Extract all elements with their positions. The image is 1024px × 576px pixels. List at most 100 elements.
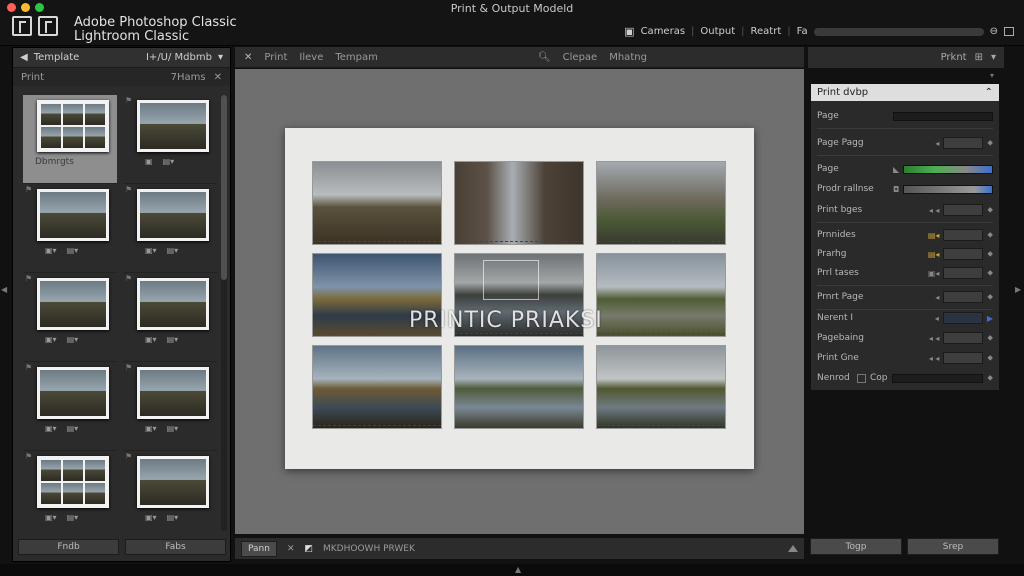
left-footer-button-1[interactable]: Fndb (18, 539, 119, 555)
template-item[interactable]: ⚑ ▣▾ ▤▾ (123, 362, 217, 451)
print-icon[interactable]: ◩ (305, 544, 314, 554)
photo-cell[interactable] (312, 161, 442, 245)
link-icon[interactable]: ⊖ (990, 26, 998, 37)
template-item[interactable]: ⚑ ▣▾ ▤▾ (123, 184, 217, 273)
print-folder-count: 7Hams (170, 71, 206, 83)
pagebaing-field[interactable] (943, 332, 984, 344)
template-item[interactable]: ⚑ ▣▾ ▤▾ (23, 184, 117, 273)
edit-icon[interactable]: ▣▾ (145, 246, 157, 255)
color-picker-icon[interactable]: ◣ (893, 165, 899, 174)
nenrod-slider[interactable] (891, 373, 984, 383)
template-item[interactable]: Dbmrgts (23, 95, 117, 184)
template-item[interactable]: ⚑ ▣▾ ▤▾ (23, 451, 117, 540)
toolbar-print[interactable]: Print (264, 52, 287, 63)
toolbar-ileve[interactable]: Ileve (299, 52, 323, 63)
menu-icon[interactable]: ▤▾ (167, 246, 179, 255)
menu-icon[interactable]: ▤▾ (67, 513, 79, 522)
prarhg-field[interactable] (943, 248, 984, 260)
resize-triangle-icon[interactable] (788, 545, 798, 552)
photo-cell[interactable] (454, 345, 584, 429)
edit-icon[interactable]: ▣▾ (145, 424, 157, 433)
chevron-down-icon[interactable]: ▾ (218, 52, 223, 63)
template-thumbnail (137, 189, 209, 241)
prnrt-page-field[interactable] (943, 291, 984, 303)
left-edge-arrow-icon[interactable]: ◀ (1, 285, 7, 294)
menu-icon[interactable]: ▤▾ (67, 246, 79, 255)
center-footer: Pann ✕ ◩ MKDHOOWH PRWEK (235, 538, 804, 559)
module-fa[interactable]: Fa (797, 26, 808, 37)
close-icon[interactable]: ✕ (214, 72, 222, 83)
menu-icon[interactable]: ▤▾ (167, 513, 179, 522)
photo-cell[interactable] (596, 161, 726, 245)
template-header-right: I+/U/ Mdbmb (145, 52, 212, 63)
print-gne-field[interactable] (943, 352, 984, 364)
color-swatch-icon[interactable]: ▤◂ (928, 231, 940, 240)
template-item[interactable]: ⚑ ▣▾ ▤▾ (123, 273, 217, 362)
edit-icon[interactable]: ▣▾ (45, 424, 57, 433)
arrow-left-icon[interactable]: ◂ (935, 139, 939, 148)
setting-row-prnnides: Prnnides ▤◂ ⬥ (817, 229, 993, 241)
setting-row-nerent: Nerent I ◂ ▶ (817, 312, 993, 324)
prodr-slider[interactable] (903, 184, 993, 194)
template-item[interactable]: ⚑ ▣▾ ▤▾ (23, 273, 117, 362)
menu-icon[interactable]: ▤▾ (167, 335, 179, 344)
photo-cell[interactable] (596, 253, 726, 337)
setting-row-page: Page (817, 108, 993, 124)
photo-cell[interactable] (596, 345, 726, 429)
prrl-tases-field[interactable] (943, 267, 984, 279)
close-icon[interactable]: ✕ (287, 544, 295, 554)
toolbar-clepae[interactable]: Clepae (563, 52, 598, 63)
right-top-label: Prknt (940, 52, 967, 63)
scrollbar-thumb[interactable] (221, 95, 227, 280)
toolbar-tempam[interactable]: Tempam (335, 52, 378, 63)
nerent-field[interactable] (942, 312, 983, 324)
module-cameras[interactable]: Cameras (641, 26, 685, 37)
stepper-icon[interactable]: ⬥ (987, 138, 993, 148)
grid-icon[interactable]: ⊞ (975, 52, 983, 63)
print-settings-panel: Print dvbp ⌃ Page Page Pagg ◂ ⬥ Page ◣ P… (810, 83, 1000, 391)
template-item[interactable]: ⚑ ▣▾ ▤▾ (23, 362, 117, 451)
prnnides-field[interactable] (943, 229, 984, 241)
edit-icon[interactable]: ▣▾ (145, 513, 157, 522)
chevron-down-icon[interactable]: ▾ (991, 52, 996, 63)
module-reatrt[interactable]: Reatrt (751, 26, 782, 37)
lr-logo-icon-2 (38, 16, 58, 36)
template-panel-header[interactable]: ◀ Template I+/U/ Mdbmb ▾ (13, 48, 230, 68)
chevron-up-icon[interactable]: ⌃ (985, 87, 993, 98)
print-folder-header[interactable]: Print 7Hams ✕ (13, 68, 230, 86)
close-icon[interactable]: ✕ (244, 52, 252, 63)
toolbar-mhatng[interactable]: Mhatng (609, 52, 647, 63)
template-scrollbar[interactable] (221, 95, 227, 531)
edit-icon[interactable]: ▣▾ (145, 335, 157, 344)
edit-icon[interactable]: ▣ (145, 157, 153, 166)
panel-toggle-icon[interactable] (1004, 27, 1014, 36)
filmstrip-toggle-icon[interactable]: ▲ (515, 565, 521, 574)
print-settings-header[interactable]: Print dvbp ⌃ (811, 84, 999, 101)
menu-icon[interactable]: ▤▾ (167, 424, 179, 433)
swatch-icon[interactable]: ◘ (893, 185, 899, 194)
edit-icon[interactable]: ▣▾ (45, 513, 57, 522)
search-icon[interactable]: 🔍︎ (538, 52, 551, 63)
right-edge-arrow-icon[interactable]: ▶ (1015, 285, 1021, 294)
menu-icon[interactable]: ▤▾ (67, 424, 79, 433)
photo-cell[interactable] (312, 345, 442, 429)
page-button[interactable]: Pann (241, 540, 277, 557)
page-pagg-field[interactable] (943, 137, 984, 149)
menu-icon[interactable]: ▤▾ (67, 335, 79, 344)
print-folder-label: Print (21, 71, 45, 83)
menu-icon[interactable]: ▤▾ (163, 157, 175, 166)
right-footer-button-2[interactable]: Srep (907, 538, 999, 555)
edit-icon[interactable]: ▣▾ (45, 335, 57, 344)
checkbox[interactable] (857, 373, 866, 383)
template-item[interactable]: ⚑ ▣ ▤▾ (123, 95, 217, 184)
left-footer-button-2[interactable]: Fabs (125, 539, 226, 555)
photo-cell[interactable] (454, 161, 584, 245)
color-slider[interactable] (903, 164, 993, 174)
panel-collapse-icon[interactable]: ▾ (990, 71, 994, 80)
edit-icon[interactable]: ▣▾ (45, 246, 57, 255)
module-output[interactable]: Output (700, 26, 735, 37)
page-slider[interactable] (893, 111, 993, 121)
right-footer-button-1[interactable]: Togp (810, 538, 902, 555)
template-item[interactable]: ⚑ ▣▾ ▤▾ (123, 451, 217, 540)
print-bges-field[interactable] (943, 204, 984, 216)
